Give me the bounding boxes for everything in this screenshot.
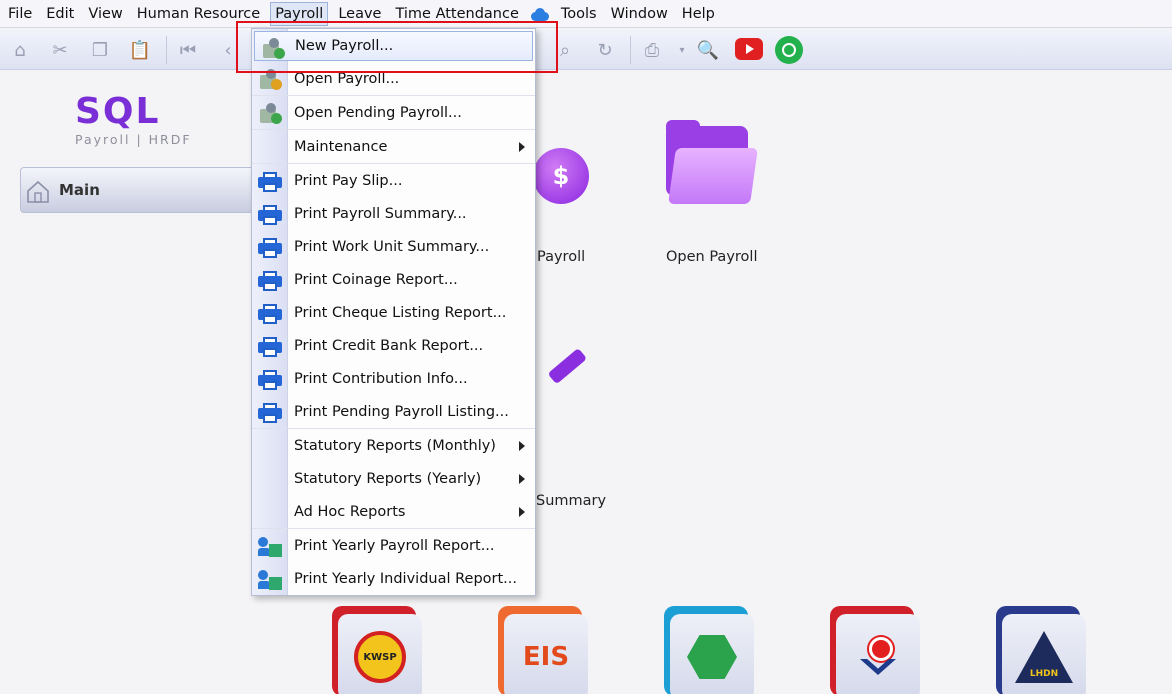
hexagon-logo-icon xyxy=(687,635,737,679)
eis-logo: EIS xyxy=(522,642,570,672)
printer-icon xyxy=(258,172,282,192)
menu-item-statutory-yearly[interactable]: Statutory Reports (Yearly) xyxy=(252,463,535,496)
sidebar-main-label: Main xyxy=(59,181,100,199)
pending-payroll-icon xyxy=(258,103,282,125)
hrdf-card[interactable] xyxy=(664,606,754,694)
lhdn-card[interactable]: LHDN xyxy=(996,606,1086,694)
toolbar-separator xyxy=(630,36,631,64)
printer-icon xyxy=(258,337,282,357)
perkeso-card[interactable] xyxy=(830,606,920,694)
whatsapp-icon[interactable] xyxy=(775,36,803,64)
perkeso-logo-icon xyxy=(858,637,898,677)
toolbar-separator xyxy=(166,36,167,64)
menu-item-print-cheque-listing[interactable]: Print Cheque Listing Report... xyxy=(252,297,535,330)
report-icon xyxy=(258,537,282,557)
menu-item-print-yearly-payroll[interactable]: Print Yearly Payroll Report... xyxy=(252,530,535,563)
sql-logo: SQL Payroll | HRDF xyxy=(75,91,215,148)
open-payroll-folder-icon[interactable] xyxy=(664,120,758,204)
menu-file[interactable]: File xyxy=(4,2,36,26)
menu-item-open-pending-payroll[interactable]: Open Pending Payroll... xyxy=(252,97,535,130)
kwsp-card[interactable]: KWSP xyxy=(332,606,422,694)
menu-item-print-coinage-report[interactable]: Print Coinage Report... xyxy=(252,264,535,297)
home-icon xyxy=(27,180,49,203)
cut-icon[interactable]: ✂ xyxy=(46,36,74,64)
menu-help[interactable]: Help xyxy=(678,2,719,26)
first-record-icon[interactable]: ⏮ xyxy=(174,36,202,64)
submenu-arrow-icon xyxy=(519,474,525,484)
menu-item-print-yearly-individual[interactable]: Print Yearly Individual Report... xyxy=(252,563,535,596)
payroll-shortcut-label[interactable]: Payroll xyxy=(537,249,585,265)
logo-brand: SQL xyxy=(75,91,161,132)
copy-icon[interactable]: ❐ xyxy=(86,36,114,64)
logo-subtitle: Payroll | HRDF xyxy=(75,132,192,147)
menu-tools[interactable]: Tools xyxy=(557,2,601,26)
print-icon[interactable]: ⎙ xyxy=(638,36,666,64)
open-payroll-shortcut-label[interactable]: Open Payroll xyxy=(666,249,757,265)
print-preview-icon[interactable]: 🔍 xyxy=(694,36,722,64)
menu-item-print-contribution-info[interactable]: Print Contribution Info... xyxy=(252,363,535,396)
sidebar-main-tab[interactable]: Main xyxy=(20,167,260,213)
menu-item-ad-hoc-reports[interactable]: Ad Hoc Reports xyxy=(252,496,535,529)
menu-item-print-credit-bank[interactable]: Print Credit Bank Report... xyxy=(252,330,535,363)
toolbar: ⌂ ✂ ❐ 📋 ⏮ ‹ ⌕ ↻ ⎙ ▾ 🔍 xyxy=(0,30,1172,70)
kwsp-emblem-icon: KWSP xyxy=(354,631,406,683)
submenu-arrow-icon xyxy=(519,507,525,517)
highlight-annotation-box xyxy=(236,21,558,73)
menu-view[interactable]: View xyxy=(84,2,126,26)
menu-bar: File Edit View Human Resource Payroll Le… xyxy=(0,0,1172,28)
printer-icon xyxy=(258,304,282,324)
printer-icon xyxy=(258,403,282,423)
lhdn-logo-icon: LHDN xyxy=(1015,631,1073,683)
payroll-dropdown-menu: New Payroll... Open Payroll... Open Pend… xyxy=(251,28,536,596)
menu-edit[interactable]: Edit xyxy=(42,2,78,26)
refresh-icon[interactable]: ↻ xyxy=(591,36,619,64)
printer-icon xyxy=(258,238,282,258)
cloud-icon[interactable] xyxy=(529,7,549,21)
paste-icon[interactable]: 📋 xyxy=(126,36,154,64)
menu-window[interactable]: Window xyxy=(607,2,672,26)
summary-shortcut-label[interactable]: Summary xyxy=(536,493,606,509)
report-icon xyxy=(258,570,282,590)
menu-item-maintenance[interactable]: Maintenance xyxy=(252,131,535,164)
summary-pencil-icon[interactable] xyxy=(547,347,588,385)
menu-item-print-pending-payroll-listing[interactable]: Print Pending Payroll Listing... xyxy=(252,396,535,429)
print-dropdown-icon[interactable]: ▾ xyxy=(668,36,696,64)
menu-item-statutory-monthly[interactable]: Statutory Reports (Monthly) xyxy=(252,430,535,463)
home-icon[interactable]: ⌂ xyxy=(6,36,34,64)
printer-icon xyxy=(258,370,282,390)
submenu-arrow-icon xyxy=(519,142,525,152)
submenu-arrow-icon xyxy=(519,441,525,451)
printer-icon xyxy=(258,271,282,291)
youtube-icon[interactable] xyxy=(735,38,763,60)
eis-card[interactable]: EIS xyxy=(498,606,588,694)
menu-item-print-pay-slip[interactable]: Print Pay Slip... xyxy=(252,165,535,198)
new-payroll-dashboard-icon[interactable]: $ xyxy=(533,148,589,204)
menu-item-print-work-unit-summary[interactable]: Print Work Unit Summary... xyxy=(252,231,535,264)
menu-item-print-payroll-summary[interactable]: Print Payroll Summary... xyxy=(252,198,535,231)
printer-icon xyxy=(258,205,282,225)
